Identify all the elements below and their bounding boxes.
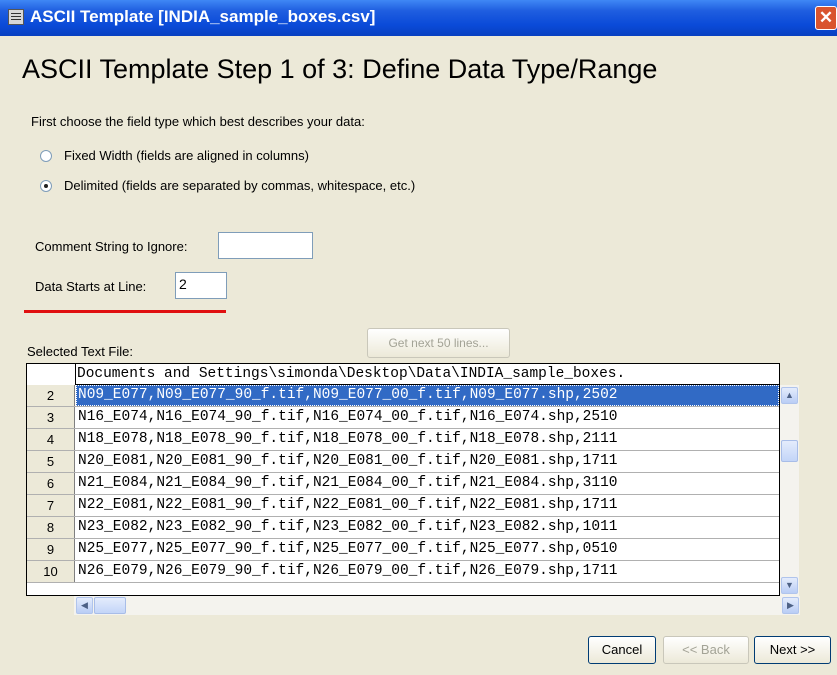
ascii-template-dialog: ASCII Template [INDIA_sample_boxes.csv] … <box>0 0 837 675</box>
data-start-label: Data Starts at Line: <box>35 279 147 294</box>
annotation-underline <box>24 310 226 313</box>
vertical-scrollbar[interactable]: ▲ ▼ <box>780 385 799 596</box>
table-row[interactable]: 5 N20_E081,N20_E081_90_f.tif,N20_E081_00_… <box>27 451 779 473</box>
scroll-right-icon[interactable]: ▶ <box>782 597 799 614</box>
close-button[interactable]: ✕ <box>815 6 837 30</box>
file-path-header: Documents and Settings\simonda\Desktop\D… <box>75 364 779 385</box>
horizontal-scroll-thumb[interactable] <box>94 597 126 614</box>
vertical-scroll-thumb[interactable] <box>781 440 798 462</box>
scroll-left-icon[interactable]: ◀ <box>76 597 93 614</box>
window-icon <box>8 9 24 25</box>
radio-delimited[interactable] <box>40 180 52 192</box>
row-text[interactable]: N21_E084,N21_E084_90_f.tif,N21_E084_00_f… <box>76 473 779 494</box>
cancel-button[interactable]: Cancel <box>588 636 656 664</box>
row-number: 4 <box>27 429 75 450</box>
row-text[interactable]: N20_E081,N20_E081_90_f.tif,N20_E081_00_f… <box>76 451 779 472</box>
row-text[interactable]: N23_E082,N23_E082_90_f.tif,N23_E082_00_f… <box>76 517 779 538</box>
preview-rows: 2 N09_E077,N09_E077_90_f.tif,N09_E077_00_… <box>27 385 779 583</box>
row-text[interactable]: N22_E081,N22_E081_90_f.tif,N22_E081_00_f… <box>76 495 779 516</box>
row-text[interactable]: N18_E078,N18_E078_90_f.tif,N18_E078_00_f… <box>76 429 779 450</box>
scroll-up-icon[interactable]: ▲ <box>781 387 798 404</box>
row-number: 5 <box>27 451 75 472</box>
row-number: 7 <box>27 495 75 516</box>
back-button[interactable]: << Back <box>663 636 749 664</box>
row-text[interactable]: N25_E077,N25_E077_90_f.tif,N25_E077_00_f… <box>76 539 779 560</box>
row-text[interactable]: N16_E074,N16_E074_90_f.tif,N16_E074_00_f… <box>76 407 779 428</box>
row-text[interactable]: N26_E079,N26_E079_90_f.tif,N26_E079_00_f… <box>76 561 779 582</box>
window-title: ASCII Template [INDIA_sample_boxes.csv] <box>30 7 376 26</box>
radio-fixed-width[interactable] <box>40 150 52 162</box>
row-number: 2 <box>27 385 75 406</box>
radio-delimited-label[interactable]: Delimited (fields are separated by comma… <box>64 178 415 193</box>
title-bar[interactable]: ASCII Template [INDIA_sample_boxes.csv] … <box>0 0 837 36</box>
table-row[interactable]: 6 N21_E084,N21_E084_90_f.tif,N21_E084_00_… <box>27 473 779 495</box>
row-text[interactable]: N09_E077,N09_E077_90_f.tif,N09_E077_00_f… <box>76 385 779 406</box>
table-row[interactable]: 2 N09_E077,N09_E077_90_f.tif,N09_E077_00_… <box>27 385 779 407</box>
table-row[interactable]: 7 N22_E081,N22_E081_90_f.tif,N22_E081_00_… <box>27 495 779 517</box>
table-row[interactable]: 9 N25_E077,N25_E077_90_f.tif,N25_E077_00_… <box>27 539 779 561</box>
row-number: 10 <box>27 561 75 582</box>
get-next-lines-button[interactable]: Get next 50 lines... <box>367 328 510 358</box>
radio-fixed-width-label[interactable]: Fixed Width (fields are aligned in colum… <box>64 148 309 163</box>
comment-input[interactable] <box>218 232 313 259</box>
selected-file-label: Selected Text File: <box>27 344 133 359</box>
table-row[interactable]: 3 N16_E074,N16_E074_90_f.tif,N16_E074_00_… <box>27 407 779 429</box>
next-button[interactable]: Next >> <box>754 636 831 664</box>
row-number: 3 <box>27 407 75 428</box>
text-preview-grid[interactable]: Documents and Settings\simonda\Desktop\D… <box>26 363 780 596</box>
table-row[interactable]: 8 N23_E082,N23_E082_90_f.tif,N23_E082_00_… <box>27 517 779 539</box>
comment-label: Comment String to Ignore: <box>35 239 188 254</box>
row-number: 8 <box>27 517 75 538</box>
table-row[interactable]: 10 N26_E079,N26_E079_90_f.tif,N26_E079_00… <box>27 561 779 583</box>
horizontal-scrollbar[interactable]: ◀ ▶ <box>74 596 800 615</box>
table-row[interactable]: 4 N18_E078,N18_E078_90_f.tif,N18_E078_00_… <box>27 429 779 451</box>
scroll-down-icon[interactable]: ▼ <box>781 577 798 594</box>
row-number: 9 <box>27 539 75 560</box>
field-type-prompt: First choose the field type which best d… <box>31 114 365 129</box>
step-heading: ASCII Template Step 1 of 3: Define Data … <box>22 54 658 84</box>
row-number: 6 <box>27 473 75 494</box>
data-start-input[interactable]: 2 <box>175 272 227 299</box>
